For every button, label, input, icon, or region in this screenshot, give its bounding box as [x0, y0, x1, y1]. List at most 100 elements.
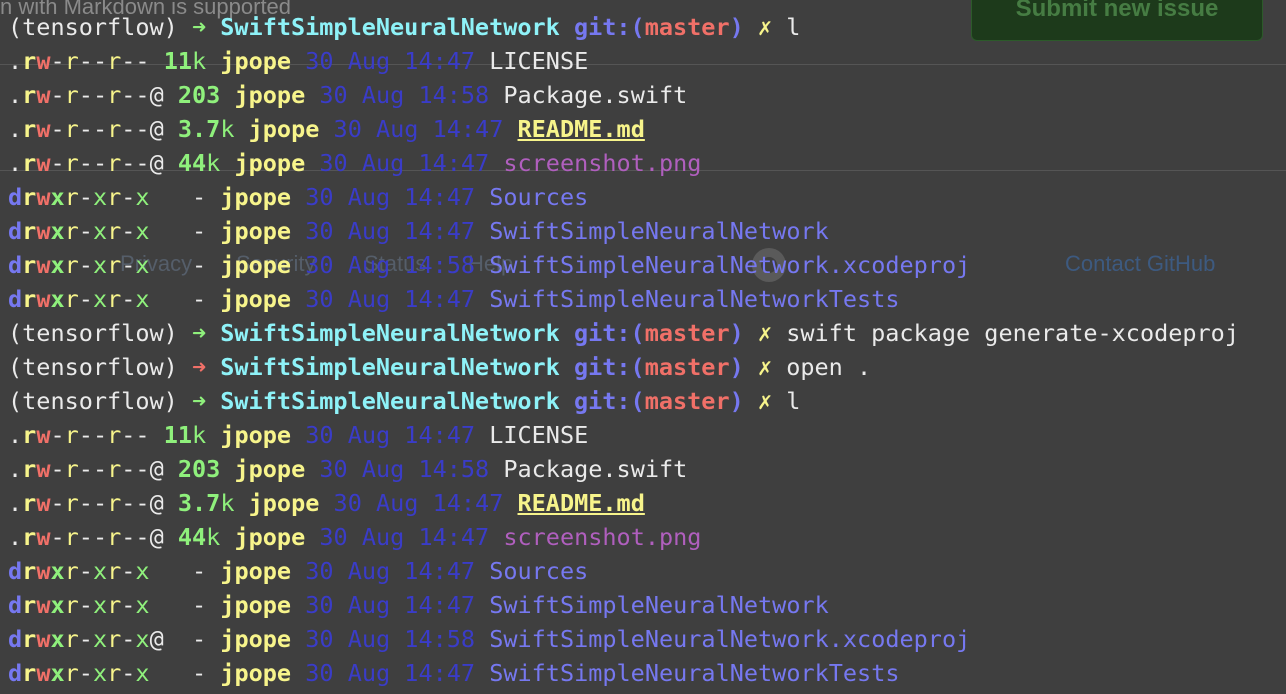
file-owner: jpope	[234, 81, 306, 109]
listing-row: drwxr-xr-x@ - jpope 30 Aug 14:58 SwiftSi…	[8, 622, 1239, 656]
permission-bit: r	[107, 251, 122, 279]
file-name[interactable]: LICENSE	[489, 421, 588, 449]
extended-attr-marker: @	[149, 81, 164, 109]
file-size: 44	[177, 149, 207, 177]
file-name[interactable]: SwiftSimpleNeuralNetworkTests	[489, 659, 899, 687]
modified-time: 14:58	[404, 625, 476, 653]
file-name[interactable]: LICENSE	[489, 47, 588, 75]
prompt-line: (tensorflow) ➜ SwiftSimpleNeuralNetwork …	[8, 384, 1239, 418]
file-owner: jpope	[234, 149, 306, 177]
permission-write: w	[36, 251, 51, 279]
modified-time: 14:47	[404, 285, 476, 313]
file-owner: jpope	[220, 625, 292, 653]
git-branch: master	[644, 387, 730, 415]
permission-read: r	[22, 217, 37, 245]
modified-day: 30	[319, 523, 348, 551]
permission-type: .	[8, 149, 23, 177]
file-name[interactable]: SwiftSimpleNeuralNetworkTests	[489, 285, 899, 313]
permission-exec: -	[50, 149, 65, 177]
prompt-arrow-icon: ➜	[191, 319, 207, 347]
git-dirty-icon: ✗	[757, 387, 773, 415]
file-size-unit: k	[192, 421, 207, 449]
permission-bit: -	[121, 489, 136, 517]
permission-bit: -	[78, 115, 93, 143]
permission-bit: -	[121, 421, 136, 449]
file-size: -	[192, 557, 207, 585]
extended-attr-marker: @	[149, 455, 164, 483]
file-name[interactable]: Package.swift	[503, 81, 687, 109]
permission-bit: -	[92, 523, 108, 551]
git-label-close: )	[729, 319, 744, 347]
modified-time: 14:47	[404, 217, 476, 245]
permission-bit: -	[92, 81, 108, 109]
permission-read: r	[22, 47, 37, 75]
permission-type: .	[8, 455, 23, 483]
file-name[interactable]: screenshot.png	[503, 523, 701, 551]
file-size-unit: k	[206, 149, 221, 177]
permission-bit: r	[64, 285, 79, 313]
file-name[interactable]: Sources	[489, 557, 588, 585]
file-name[interactable]: SwiftSimpleNeuralNetwork.xcodeproj	[489, 251, 970, 279]
permission-exec: x	[50, 591, 65, 619]
permission-exec: x	[50, 625, 65, 653]
permission-read: r	[22, 251, 37, 279]
modified-time: 14:47	[404, 659, 476, 687]
permission-bit: r	[64, 591, 79, 619]
permission-bit: -	[135, 523, 150, 551]
permission-type: d	[8, 251, 23, 279]
modified-day: 30	[333, 489, 362, 517]
permission-read: r	[22, 455, 37, 483]
extended-attr-marker: @	[149, 115, 164, 143]
file-size: -	[192, 659, 207, 687]
permission-bit: r	[64, 489, 79, 517]
file-owner: jpope	[234, 455, 306, 483]
modified-time: 14:47	[432, 489, 504, 517]
file-name[interactable]: SwiftSimpleNeuralNetwork.xcodeproj	[489, 625, 970, 653]
permission-bit: r	[64, 47, 79, 75]
file-name[interactable]: Package.swift	[503, 455, 687, 483]
file-name[interactable]: README.md	[518, 489, 645, 517]
permission-bit: x	[92, 251, 108, 279]
permission-bit: r	[107, 625, 122, 653]
permission-write: w	[36, 81, 51, 109]
permission-bit: -	[121, 455, 136, 483]
file-size: -	[192, 591, 207, 619]
permission-bit: r	[107, 659, 122, 687]
permission-bit: -	[92, 115, 108, 143]
modified-month: Aug	[347, 591, 391, 619]
permission-bit: x	[135, 251, 150, 279]
modified-month: Aug	[347, 625, 391, 653]
terminal-output[interactable]: (tensorflow) ➜ SwiftSimpleNeuralNetwork …	[8, 10, 1239, 690]
permission-bit: r	[64, 183, 79, 211]
git-dirty-icon: ✗	[757, 353, 773, 381]
file-owner: jpope	[220, 251, 292, 279]
file-name[interactable]: Sources	[489, 183, 588, 211]
permission-bit: -	[121, 523, 136, 551]
permission-bit: x	[135, 659, 150, 687]
file-owner: jpope	[220, 557, 292, 585]
file-owner: jpope	[234, 523, 306, 551]
permission-write: w	[36, 47, 51, 75]
permission-bit: x	[92, 557, 108, 585]
permission-bit: r	[107, 149, 122, 177]
modified-month: Aug	[376, 489, 419, 517]
file-name[interactable]: SwiftSimpleNeuralNetwork	[489, 591, 829, 619]
file-name[interactable]: screenshot.png	[503, 149, 701, 177]
file-name[interactable]: SwiftSimpleNeuralNetwork	[489, 217, 829, 245]
permission-bit: -	[78, 183, 93, 211]
modified-month: Aug	[347, 47, 391, 75]
permission-write: w	[36, 523, 51, 551]
modified-time: 14:58	[418, 455, 490, 483]
modified-time: 14:47	[418, 523, 490, 551]
permission-bit: r	[107, 489, 122, 517]
permission-bit: -	[135, 47, 150, 75]
permission-bit: -	[78, 557, 93, 585]
file-size: -	[192, 285, 207, 313]
permission-bit: x	[135, 625, 150, 653]
permission-bit: r	[107, 421, 122, 449]
permission-write: w	[36, 217, 51, 245]
modified-month: Aug	[347, 421, 391, 449]
file-name[interactable]: README.md	[518, 115, 645, 143]
modified-day: 30	[305, 625, 334, 653]
file-size-unit: k	[206, 523, 221, 551]
